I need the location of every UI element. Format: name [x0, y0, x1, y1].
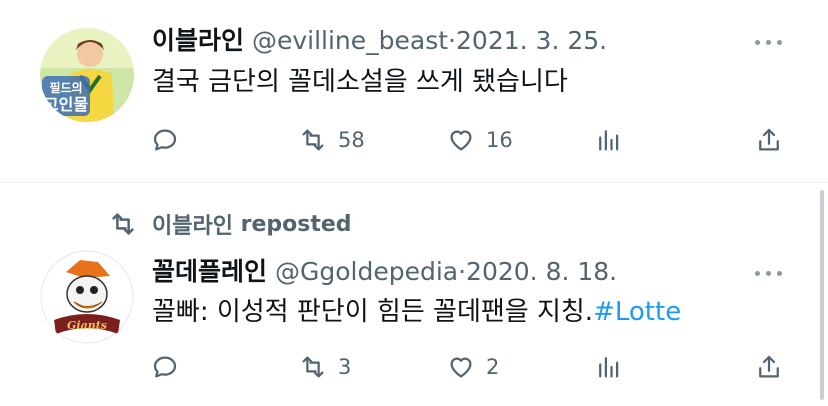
ellipsis-icon [755, 271, 760, 276]
repost-arrows-icon [112, 213, 134, 235]
repost-word: reposted [240, 211, 352, 237]
bar-chart-icon [599, 357, 619, 378]
repost-arrows-icon [302, 356, 324, 378]
avatar-image: 필드의 고인물 [40, 28, 134, 122]
speech-bubble-icon [153, 356, 177, 378]
tweet-text-body: 꼴빠: 이성적 판단이 힘든 꼴데팬을 지칭. [152, 297, 594, 327]
reply-button[interactable] [150, 349, 190, 385]
display-name[interactable]: 꼴데플레인 [152, 257, 267, 286]
repost-indicator: 이블라인 reposted [108, 207, 352, 241]
avatar-image: Giants [40, 250, 134, 344]
tweet-header: 꼴데플레인 @Ggoldepedia·2020. 8. 18. [152, 255, 617, 289]
tweet-actions: 58 16 [150, 122, 790, 158]
repost-button[interactable]: 3 [298, 349, 351, 385]
avatar[interactable]: 필드의 고인물 [40, 28, 134, 122]
heart-outline-icon [450, 130, 472, 151]
views-button[interactable] [594, 349, 624, 385]
share-button[interactable] [754, 122, 784, 158]
share-upload-icon [759, 355, 779, 378]
avatar[interactable]: Giants [40, 250, 134, 344]
display-name[interactable]: 이블라인 [152, 26, 244, 55]
scrollbar[interactable] [820, 190, 824, 400]
avatar-logo-line2: 고인물 [44, 95, 88, 114]
repost-count: 3 [338, 355, 352, 379]
tweet[interactable]: 필드의 고인물 이블라인 @evilline_beast·2021. 3. 25… [0, 0, 828, 182]
tweet-header: 이블라인 @evilline_beast·2021. 3. 25. [152, 24, 607, 58]
handle[interactable]: @evilline_beast [252, 26, 448, 55]
timestamp[interactable]: 2021. 3. 25. [456, 26, 607, 55]
more-options-button[interactable] [752, 263, 786, 283]
repost-arrows-icon [302, 129, 324, 151]
hashtag-link[interactable]: #Lotte [593, 297, 681, 327]
avatar-logo-line1: 필드의 [49, 80, 82, 95]
ellipsis-icon [755, 40, 760, 45]
share-button[interactable] [754, 349, 784, 385]
like-button[interactable]: 16 [446, 122, 513, 158]
views-button[interactable] [594, 122, 624, 158]
tweet[interactable]: 이블라인 reposted Giants 꼴데플레인 @Ggoldepedia·… [0, 183, 828, 406]
tweet-actions: 3 2 [150, 349, 790, 385]
like-button[interactable]: 2 [446, 349, 499, 385]
reply-button[interactable] [150, 122, 190, 158]
share-upload-icon [759, 128, 779, 151]
tweet-text: 결국 금단의 꼴데소설을 쓰게 됐습니다 [152, 67, 568, 97]
heart-outline-icon [450, 357, 472, 378]
avatar-logo-text: Giants [67, 319, 107, 332]
more-options-button[interactable] [752, 32, 786, 52]
handle[interactable]: @Ggoldepedia [275, 257, 458, 286]
bar-chart-icon [599, 130, 619, 151]
repost-button[interactable]: 58 [298, 122, 365, 158]
tweet-text: 꼴빠: 이성적 판단이 힘든 꼴데팬을 지칭.#Lotte [152, 294, 681, 330]
like-count: 16 [486, 128, 513, 152]
repost-user[interactable]: 이블라인 [152, 208, 233, 240]
timeline: 필드의 고인물 이블라인 @evilline_beast·2021. 3. 25… [0, 0, 828, 406]
separator-dot: · [458, 257, 467, 286]
speech-bubble-icon [153, 129, 177, 151]
timestamp[interactable]: 2020. 8. 18. [466, 257, 617, 286]
repost-count: 58 [338, 128, 365, 152]
like-count: 2 [486, 355, 500, 379]
separator-dot: · [448, 26, 457, 55]
